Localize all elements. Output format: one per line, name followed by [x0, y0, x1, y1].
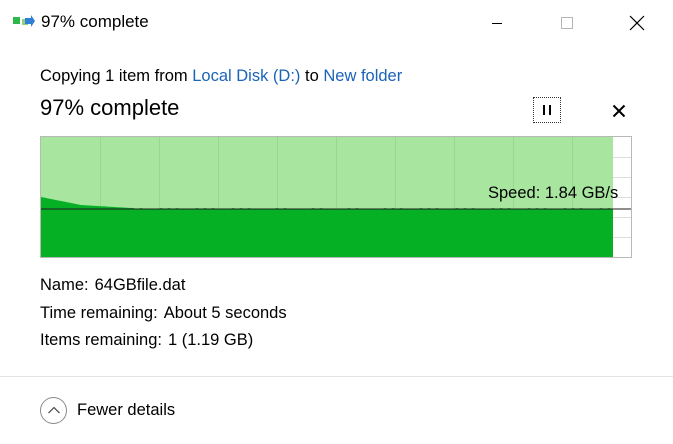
cancel-copy-button[interactable]	[606, 98, 632, 124]
maximize-button[interactable]	[544, 0, 590, 46]
to-word: to	[300, 67, 324, 85]
window-title: 97% complete	[41, 12, 149, 31]
pause-icon	[543, 105, 551, 115]
minimize-button[interactable]	[474, 0, 520, 46]
file-copy-icon	[13, 14, 35, 30]
close-window-button[interactable]	[614, 0, 660, 46]
minimize-icon	[492, 23, 502, 24]
detail-items-remaining: Items remaining: 1 (1.19 GB)	[40, 331, 253, 350]
progress-heading: 97% complete	[40, 95, 180, 120]
chevron-up-icon	[40, 396, 67, 424]
fewer-details-button[interactable]: Fewer details	[40, 396, 175, 424]
speed-label: Speed: 1.84 GB/s	[488, 184, 619, 202]
time-remaining-value: About 5 seconds	[163, 304, 287, 322]
items-remaining-value: 1 (1.19 GB)	[167, 331, 254, 349]
items-remaining-label: Items remaining:	[40, 331, 162, 349]
name-value: 64GBfile.dat	[94, 276, 186, 294]
title-bar: 97% complete	[0, 0, 673, 46]
detail-time-remaining: Time remaining: About 5 seconds	[40, 304, 287, 323]
name-label: Name:	[40, 276, 89, 294]
time-remaining-label: Time remaining:	[40, 304, 158, 322]
pause-button[interactable]	[533, 97, 561, 123]
source-link[interactable]: Local Disk (D:)	[192, 67, 300, 85]
copying-description: Copying 1 item from Local Disk (D:) to N…	[40, 67, 402, 86]
destination-link[interactable]: New folder	[323, 67, 402, 85]
fewer-details-label: Fewer details	[77, 400, 176, 419]
cancel-icon	[612, 104, 626, 118]
footer-divider	[0, 376, 673, 377]
copying-prefix: Copying 1 item from	[40, 67, 193, 85]
maximize-icon	[561, 17, 573, 29]
detail-name: Name: 64GBfile.dat	[40, 276, 185, 295]
close-icon	[629, 15, 645, 31]
